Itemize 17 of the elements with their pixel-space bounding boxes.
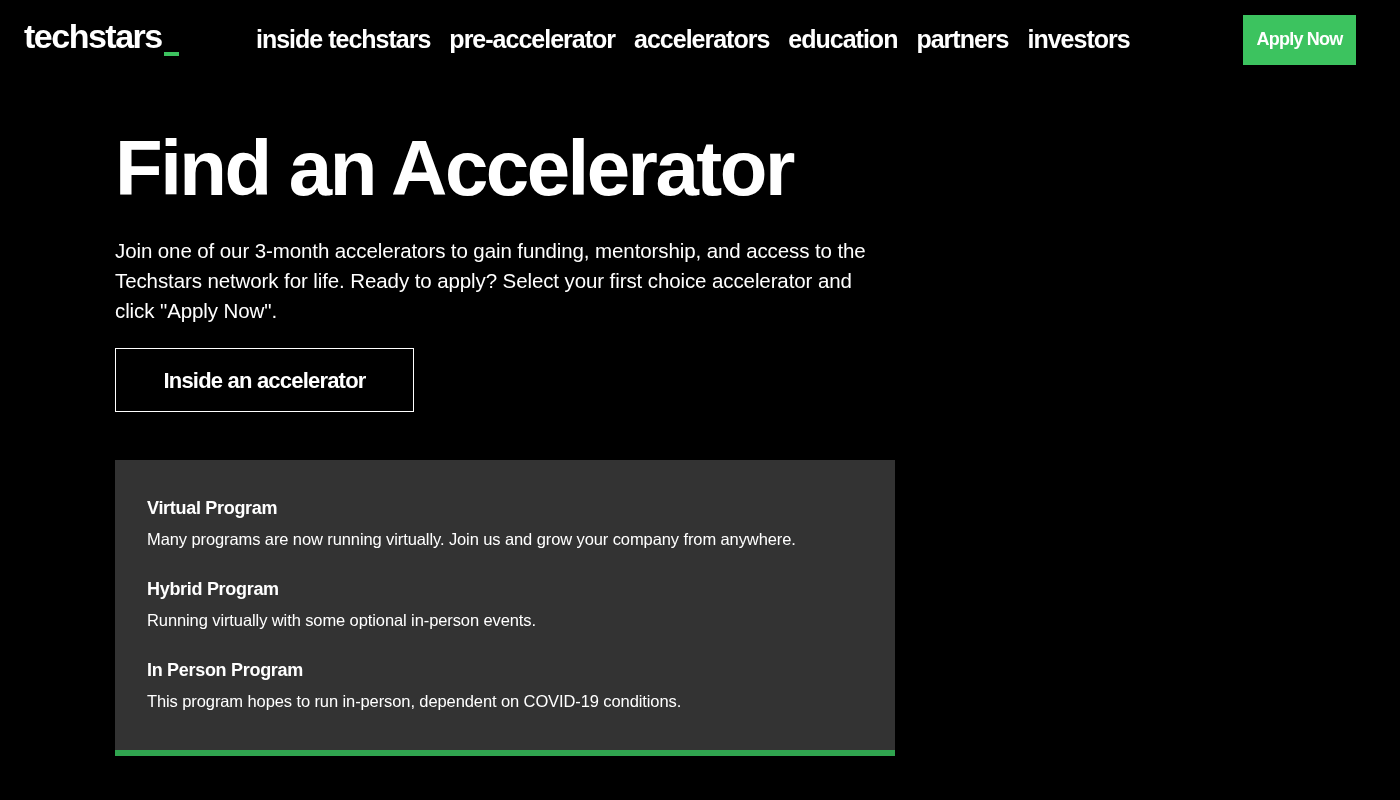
program-title: Virtual Program	[147, 497, 279, 520]
nav-link[interactable]: education	[788, 21, 898, 59]
program-title: In Person Program	[147, 659, 304, 682]
nav-link[interactable]: inside techstars	[256, 21, 431, 59]
nav-link[interactable]: accelerators	[634, 21, 770, 59]
program-title: Hybrid Program	[147, 578, 280, 601]
nav-link[interactable]: partners	[916, 21, 1009, 59]
inside-accelerator-button[interactable]: Inside an accelerator	[115, 348, 414, 412]
logo-cursor-icon	[163, 52, 179, 56]
intro-paragraph: Join one of our 3-month accelerators to gain funding, mentorship, and access to the Techstars network for life. Ready to apply? Select your first choice accelerator and click "Apply Now".	[115, 238, 867, 324]
logo-wordmark[interactable]: techstars	[24, 19, 162, 53]
nav-link[interactable]: pre-accelerator	[449, 21, 615, 59]
page-title: Find an Accelerator	[115, 123, 793, 214]
program-description: Many programs are now running virtually. Join us and grow your company from anywhere.	[147, 529, 797, 550]
nav-link[interactable]: investors	[1027, 21, 1130, 59]
program-description: Running virtually with some optional in-person events.	[147, 610, 537, 631]
program-description: This program hopes to run in-person, dependent on COVID-19 conditions.	[147, 691, 683, 712]
